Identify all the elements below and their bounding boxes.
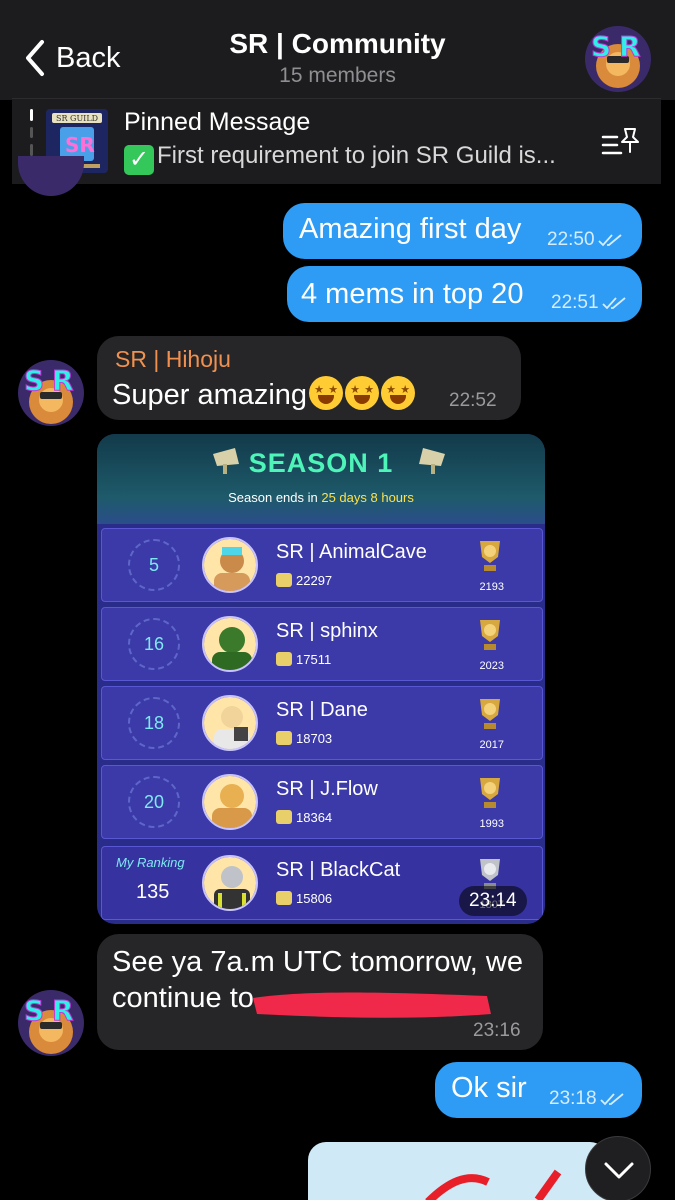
season-title: SEASON 1 xyxy=(248,448,394,478)
trophy-icon xyxy=(480,620,500,650)
star-struck-emoji-icon xyxy=(309,376,344,410)
coin-icon xyxy=(276,573,292,587)
group-avatar[interactable]: S R xyxy=(585,26,651,92)
svg-text:SR: SR xyxy=(65,133,95,157)
player-name: SR | J.Flow xyxy=(276,778,378,800)
player-avatar xyxy=(202,537,258,593)
player-avatar xyxy=(202,616,258,672)
chat-title[interactable]: SR | Community xyxy=(0,28,675,60)
svg-text:R: R xyxy=(52,364,74,397)
message-text: Ok sir xyxy=(451,1072,527,1104)
image-preview xyxy=(425,1169,562,1200)
message-bubble[interactable]: Ok sir 23:18 xyxy=(435,1062,642,1118)
pinned-preview: ✓ First requirement to join SR Guild is..… xyxy=(124,142,556,175)
chat-header: Back SR | Community 15 members S R xyxy=(0,0,675,100)
image-message[interactable] xyxy=(308,1142,608,1200)
player-score: 17511 xyxy=(296,652,332,667)
message-bubble[interactable]: 4 mems in top 20 22:51 xyxy=(287,266,642,322)
player-score: 18364 xyxy=(296,810,333,825)
player-score: 22297 xyxy=(296,573,333,588)
leaderboard-row: 5 SR | AnimalCave 22297 2193 xyxy=(101,528,543,602)
trophy-count: 2193 xyxy=(479,581,504,593)
member-count: 15 members xyxy=(279,64,396,87)
double-check-icon xyxy=(597,234,622,247)
rank-badge: 16 xyxy=(128,618,180,670)
message-text: 4 mems in top 20 xyxy=(301,278,524,310)
trophy-count: 1993 xyxy=(479,818,504,830)
star-struck-emoji-icon xyxy=(381,376,416,410)
my-ranking-value: 135 xyxy=(136,881,170,903)
double-check-icon xyxy=(601,297,626,310)
player-name: SR | AnimalCave xyxy=(276,541,427,563)
message-bubble[interactable]: Amazing first day 22:50 xyxy=(283,203,642,259)
player-avatar xyxy=(202,695,258,751)
scroll-down-button[interactable] xyxy=(585,1136,651,1200)
coin-icon xyxy=(276,731,292,745)
message-text: Super amazing xyxy=(112,376,416,412)
check-mark-icon: ✓ xyxy=(124,145,154,175)
message-time: 22:51 xyxy=(551,292,628,314)
player-avatar xyxy=(202,774,258,830)
trophy-icon xyxy=(480,541,500,571)
message-bubble[interactable]: See ya 7a.m UTC tomorrow, we continue to… xyxy=(97,934,543,1050)
horn-icon xyxy=(419,448,445,474)
coin-icon xyxy=(276,891,292,905)
svg-text:S: S xyxy=(24,364,44,397)
message-time: 23:14 xyxy=(459,886,527,916)
rank-badge: 20 xyxy=(128,776,180,828)
svg-text:S: S xyxy=(24,994,44,1027)
message-text: Amazing first day xyxy=(299,213,522,245)
message-text: See ya 7a.m UTC tomorrow, we xyxy=(112,946,523,978)
sender-name: SR | Hihoju xyxy=(115,346,231,372)
time-label: 22:50 xyxy=(547,229,595,250)
player-avatar xyxy=(202,855,258,911)
time-label: 22:51 xyxy=(551,292,599,313)
leaderboard-row: 18 SR | Dane 18703 2017 xyxy=(101,686,543,760)
pinned-title: Pinned Message xyxy=(124,108,311,136)
coin-icon xyxy=(276,810,292,824)
message-time: 22:52 xyxy=(449,390,497,411)
trophy-icon xyxy=(480,699,500,729)
message-time: 23:16 xyxy=(473,1020,521,1041)
trophy-count: 2023 xyxy=(479,660,504,672)
player-score: 18703 xyxy=(296,731,333,746)
rank-badge: 5 xyxy=(128,539,180,591)
svg-text:R: R xyxy=(619,30,641,63)
season-countdown-prefix: Season ends in xyxy=(228,490,322,505)
svg-text:S: S xyxy=(591,30,611,63)
season-countdown: Season ends in 25 days 8 hours xyxy=(97,490,545,505)
avatar xyxy=(18,156,84,196)
coin-icon xyxy=(276,652,292,666)
avatar[interactable]: S R xyxy=(18,360,84,426)
avatar[interactable]: S R xyxy=(18,990,84,1056)
my-ranking-label: My Ranking xyxy=(116,855,185,870)
message-bubble[interactable]: SR | Hihoju Super amazing 22:52 xyxy=(97,336,521,420)
leaderboard-image[interactable]: SEASON 1 Season ends in 25 days 8 hours … xyxy=(97,434,545,924)
time-label: 23:18 xyxy=(549,1088,597,1109)
pinned-message-bar[interactable]: SR GUILD SR Pinned Message ✓ First requir… xyxy=(12,98,661,184)
svg-text:R: R xyxy=(52,994,74,1027)
message-text: continue to xyxy=(112,982,254,1014)
message-time: 22:50 xyxy=(547,229,624,251)
redaction-scribble xyxy=(253,992,491,1018)
chevron-down-icon xyxy=(604,1162,634,1179)
leaderboard-row: 20 SR | J.Flow 18364 1993 xyxy=(101,765,543,839)
player-score: 15806 xyxy=(296,891,333,906)
trophy-icon xyxy=(480,778,500,808)
player-name: SR | Dane xyxy=(276,699,368,721)
leaderboard-header: SEASON 1 Season ends in 25 days 8 hours xyxy=(97,434,545,524)
star-struck-emoji-icon xyxy=(345,376,380,410)
pinned-preview-text: First requirement to join SR Guild is... xyxy=(157,142,556,169)
player-name: SR | BlackCat xyxy=(276,859,401,881)
message-text-content: Super amazing xyxy=(112,379,308,411)
message-time: 23:18 xyxy=(549,1088,626,1110)
rank-badge: 18 xyxy=(128,697,180,749)
season-countdown-value: 25 days 8 hours xyxy=(321,490,414,505)
trophy-count: 2017 xyxy=(479,739,504,751)
leaderboard-row: 16 SR | sphinx 17511 2023 xyxy=(101,607,543,681)
double-check-icon xyxy=(599,1093,624,1106)
pin-list-icon[interactable] xyxy=(601,125,641,161)
pinned-thumb-label: SR GUILD xyxy=(56,114,98,123)
player-name: SR | sphinx xyxy=(276,620,378,642)
